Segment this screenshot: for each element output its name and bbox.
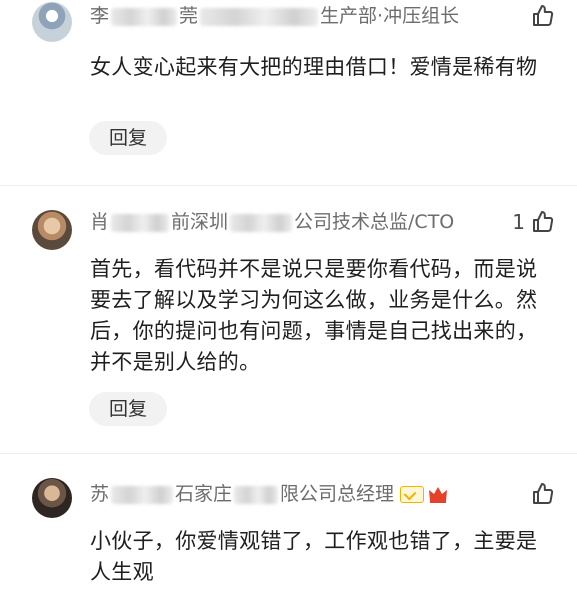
author-title: 限公司总经理 — [280, 483, 395, 505]
comment-text: 女人变心起来有大把的理由借口！爱情是稀有物 — [90, 55, 538, 79]
verified-badge-icon — [400, 486, 425, 503]
comment-meta: 肖前深圳 公司技术总监/CTO — [90, 211, 455, 233]
avatar[interactable] — [32, 210, 72, 250]
like-count: 1 — [512, 210, 525, 234]
comment-meta: 李莞生产部·冲压组长 — [90, 5, 460, 27]
author-title: 公司技术总监/CTO — [294, 211, 455, 233]
avatar[interactable] — [32, 478, 72, 518]
thumbs-up-icon — [533, 5, 554, 26]
like-button[interactable] — [525, 480, 555, 508]
author-name[interactable]: 李 — [90, 5, 109, 27]
comment-meta: 苏石家庄 限公司总经理 — [90, 480, 499, 508]
author-name[interactable]: 肖 — [90, 211, 109, 233]
comment-text: 小伙子，你爱情观错了，工作观也错了，主要是人生观 — [90, 529, 538, 584]
reply-button[interactable]: 回复 — [89, 392, 167, 426]
comment-text: 首先，看代码并不是说只是要你看代码，而是说要去了解以及学习为何这么做，业务是什么… — [90, 257, 538, 374]
comment-item-3: 苏石家庄 限公司总经理 小伙子，你爱情观错了，工作观也错了，主要是人生观 — [0, 454, 577, 595]
thumbs-up-icon — [533, 483, 554, 504]
like-button[interactable] — [525, 2, 555, 30]
crown-icon — [429, 486, 448, 503]
reply-button[interactable]: 回复 — [89, 121, 167, 155]
comment-item-2: 肖前深圳 公司技术总监/CTO 1 首先，看代码并不是说只是要你看代码，而是说要去… — [0, 186, 577, 454]
author-name[interactable]: 苏 — [90, 483, 109, 505]
like-button[interactable]: 1 — [512, 208, 555, 236]
author-title: 生产部·冲压组长 — [320, 5, 460, 27]
avatar[interactable] — [32, 2, 72, 42]
comment-item-1: 李莞生产部·冲压组长 女人变心起来有大把的理由借口！爱情是稀有物 回复 — [0, 0, 577, 186]
thumbs-up-icon — [533, 211, 554, 232]
